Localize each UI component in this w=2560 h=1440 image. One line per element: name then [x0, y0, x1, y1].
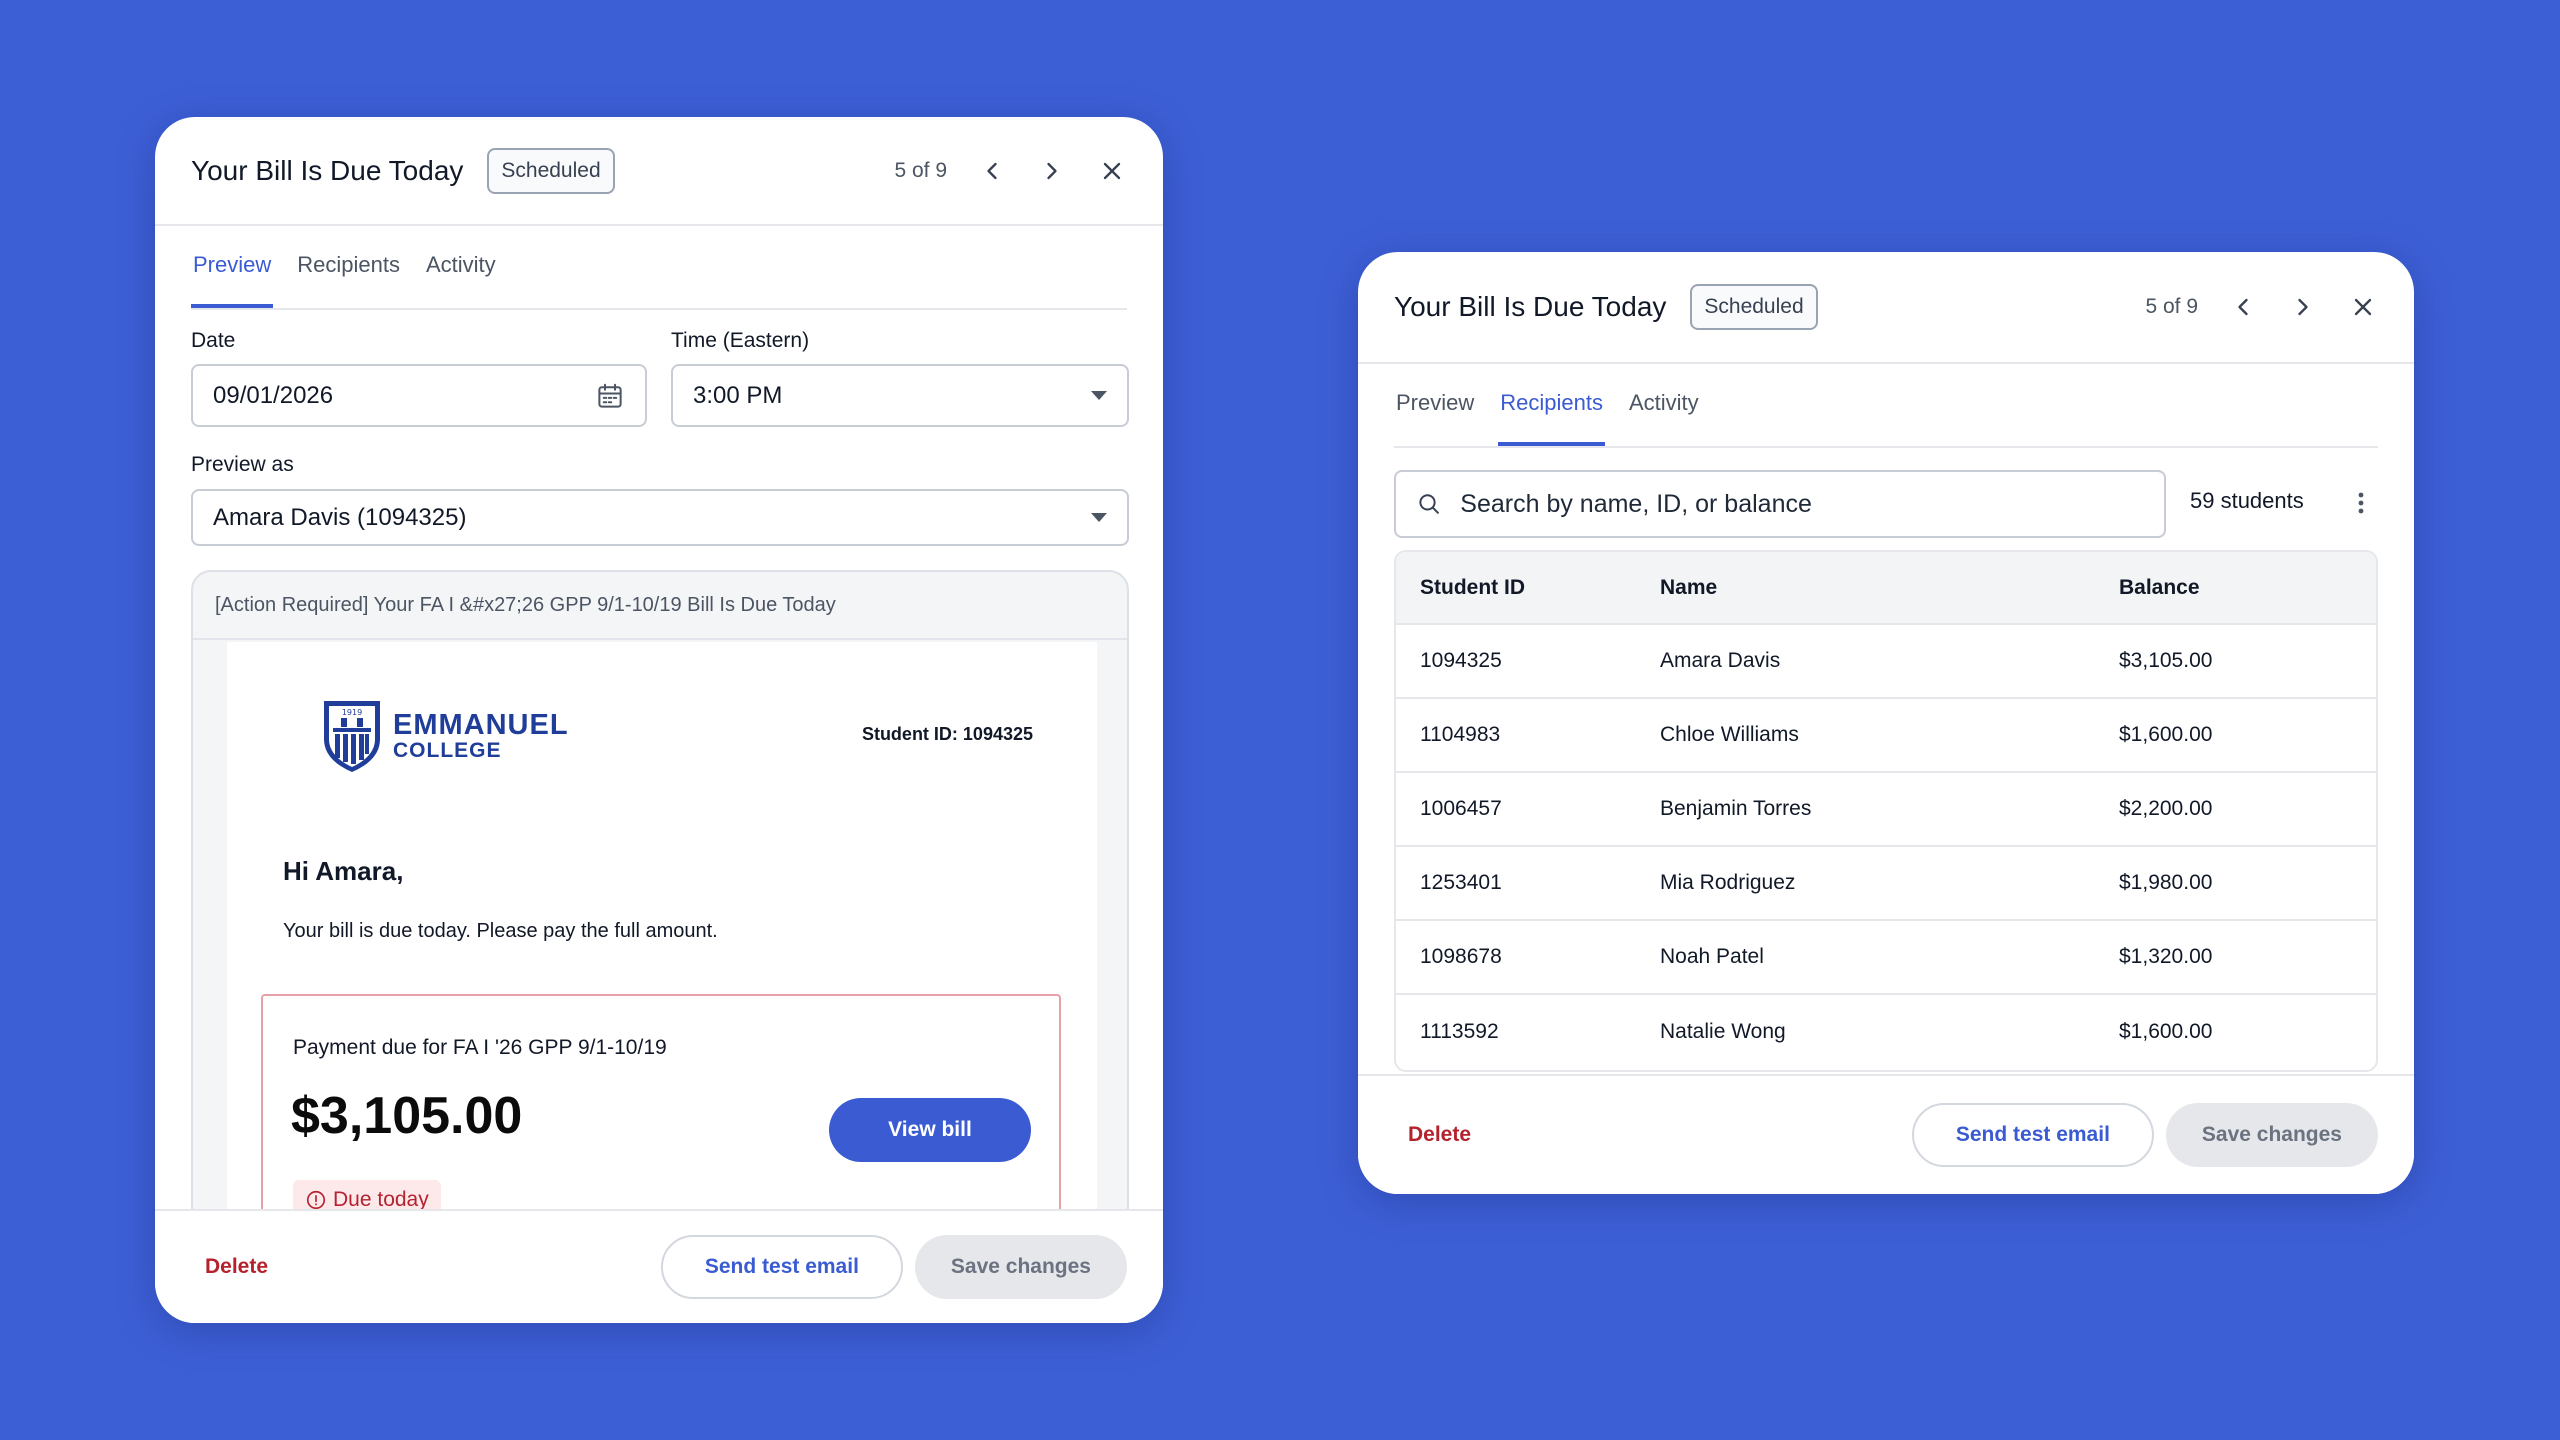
send-test-email-button[interactable]: Send test email	[1911, 1103, 2154, 1167]
search-input[interactable]	[1460, 489, 2144, 519]
cell-balance: $2,200.00	[2119, 797, 2213, 820]
cell-student-id: 1113592	[1420, 1019, 1499, 1043]
logo-line-1: EMMANUEL	[393, 708, 569, 741]
pager-text: 5 of 9	[2145, 295, 2198, 318]
pager: 5 of 9	[2145, 292, 2378, 322]
pager-text: 5 of 9	[894, 158, 947, 182]
tab-bar: Preview Recipients Activity	[191, 226, 1127, 310]
email-message: Your bill is due today. Please pay the f…	[283, 920, 718, 942]
table-row[interactable]: 1253401 Mia Rodriguez $1,980.00	[1396, 846, 2376, 920]
email-greeting: Hi Amara,	[283, 856, 404, 886]
tab-activity[interactable]: Activity	[424, 226, 498, 308]
time-value: 3:00 PM	[693, 381, 783, 409]
email-body: 1919 EMMANUEL COLLEGE Student ID: 109432…	[227, 642, 1097, 1268]
cell-student-id: 1104983	[1420, 723, 1501, 746]
more-options-icon[interactable]	[2346, 488, 2376, 518]
close-icon[interactable]	[2348, 292, 2378, 322]
date-label: Date	[191, 329, 236, 352]
delete-button[interactable]: Delete	[1408, 1123, 1471, 1147]
table-header-row: Student ID Name Balance	[1396, 552, 2376, 624]
tab-preview[interactable]: Preview	[191, 226, 274, 308]
dialog-header: Your Bill Is Due Today Scheduled 5 of 9	[1358, 252, 2414, 364]
time-label: Time (Eastern)	[671, 329, 810, 352]
cell-name: Benjamin Torres	[1660, 797, 1812, 820]
payment-amount: $3,105.00	[291, 1087, 523, 1145]
cell-name: Amara Davis	[1660, 649, 1781, 672]
table-row[interactable]: 1113592 Natalie Wong $1,600.00	[1396, 994, 2376, 1068]
cell-balance: $1,320.00	[2119, 945, 2213, 968]
table-row[interactable]: 1104983 Chloe Williams $1,600.00	[1396, 698, 2376, 772]
status-badge: Scheduled	[487, 147, 615, 194]
send-test-email-button[interactable]: Send test email	[660, 1235, 903, 1299]
tab-recipients[interactable]: Recipients	[295, 226, 402, 308]
cell-balance: $3,105.00	[2119, 649, 2213, 672]
cell-student-id: 1253401	[1420, 871, 1502, 894]
table-row[interactable]: 1094325 Amara Davis $3,105.00	[1396, 624, 2376, 698]
email-student-id: Student ID: 1094325	[861, 724, 1033, 744]
table-row[interactable]: 1006457 Benjamin Torres $2,200.00	[1396, 772, 2376, 846]
chevron-right-icon[interactable]	[1037, 156, 1067, 186]
email-subject: [Action Required] Your FA I &#x27;26 GPP…	[193, 572, 1127, 640]
column-header-name[interactable]: Name	[1660, 552, 2119, 624]
cell-student-id: 1006457	[1420, 797, 1502, 820]
status-badge: Scheduled	[1690, 284, 1818, 330]
tab-preview[interactable]: Preview	[1394, 364, 1476, 446]
preview-dialog: Your Bill Is Due Today Scheduled 5 of 9 …	[155, 117, 1163, 1323]
calendar-icon[interactable]	[595, 381, 625, 411]
date-value: 09/01/2026	[213, 381, 334, 409]
dialog-footer: Delete Send test email Save changes	[1358, 1074, 2414, 1194]
chevron-left-icon[interactable]	[977, 156, 1007, 186]
column-header-student-id[interactable]: Student ID	[1396, 552, 1660, 624]
recipients-dialog: Your Bill Is Due Today Scheduled 5 of 9 …	[1358, 252, 2414, 1194]
college-logo: 1919 EMMANUEL COLLEGE	[321, 698, 569, 774]
preview-as-select[interactable]: Amara Davis (1094325)	[191, 489, 1129, 546]
shield-icon: 1919	[324, 701, 380, 772]
preview-as-value: Amara Davis (1094325)	[213, 503, 467, 531]
dialog-title: Your Bill Is Due Today	[1394, 291, 1667, 322]
cell-name: Chloe Williams	[1660, 723, 1799, 746]
column-header-balance[interactable]: Balance	[2119, 552, 2376, 624]
search-field[interactable]	[1394, 470, 2166, 538]
chevron-down-icon	[1091, 391, 1107, 400]
cell-balance: $1,600.00	[2119, 723, 2213, 746]
logo-line-2: COLLEGE	[393, 739, 502, 763]
tab-recipients[interactable]: Recipients	[1498, 364, 1605, 446]
date-field[interactable]: 09/01/2026	[191, 364, 647, 427]
chevron-right-icon[interactable]	[2288, 292, 2318, 322]
table-row[interactable]: 1098678 Noah Patel $1,320.00	[1396, 920, 2376, 994]
dialog-title: Your Bill Is Due Today	[191, 154, 464, 186]
cell-student-id: 1094325	[1420, 649, 1502, 672]
tab-activity[interactable]: Activity	[1627, 364, 1701, 446]
delete-button[interactable]: Delete	[205, 1255, 268, 1279]
email-preview: [Action Required] Your FA I &#x27;26 GPP…	[191, 570, 1129, 1270]
preview-as-label: Preview as	[191, 453, 294, 476]
time-select[interactable]: 3:00 PM	[671, 364, 1129, 427]
cell-name: Natalie Wong	[1660, 1019, 1786, 1043]
view-bill-button[interactable]: View bill	[829, 1098, 1031, 1162]
payment-label: Payment due for FA I '26 GPP 9/1-10/19	[293, 1036, 667, 1059]
pager: 5 of 9	[894, 156, 1127, 186]
chevron-left-icon[interactable]	[2228, 292, 2258, 322]
dialog-header: Your Bill Is Due Today Scheduled 5 of 9	[155, 117, 1163, 226]
dialog-footer: Delete Send test email Save changes	[155, 1209, 1163, 1323]
tab-bar: Preview Recipients Activity	[1394, 364, 2378, 448]
cell-balance: $1,980.00	[2119, 871, 2213, 894]
info-icon	[306, 1190, 326, 1210]
cell-balance: $1,600.00	[2119, 1019, 2213, 1043]
cell-name: Mia Rodriguez	[1660, 871, 1796, 894]
chevron-down-icon	[1091, 513, 1107, 522]
recipients-table: Student ID Name Balance 1094325 Amara Da…	[1394, 550, 2378, 1072]
close-icon[interactable]	[1097, 156, 1127, 186]
cell-student-id: 1098678	[1420, 945, 1502, 968]
student-count: 59 students	[2190, 488, 2304, 513]
save-changes-button[interactable]: Save changes	[914, 1235, 1127, 1299]
save-changes-button[interactable]: Save changes	[2165, 1103, 2378, 1167]
svg-text:1919: 1919	[342, 708, 362, 717]
search-icon	[1419, 494, 1439, 514]
cell-name: Noah Patel	[1660, 945, 1764, 968]
